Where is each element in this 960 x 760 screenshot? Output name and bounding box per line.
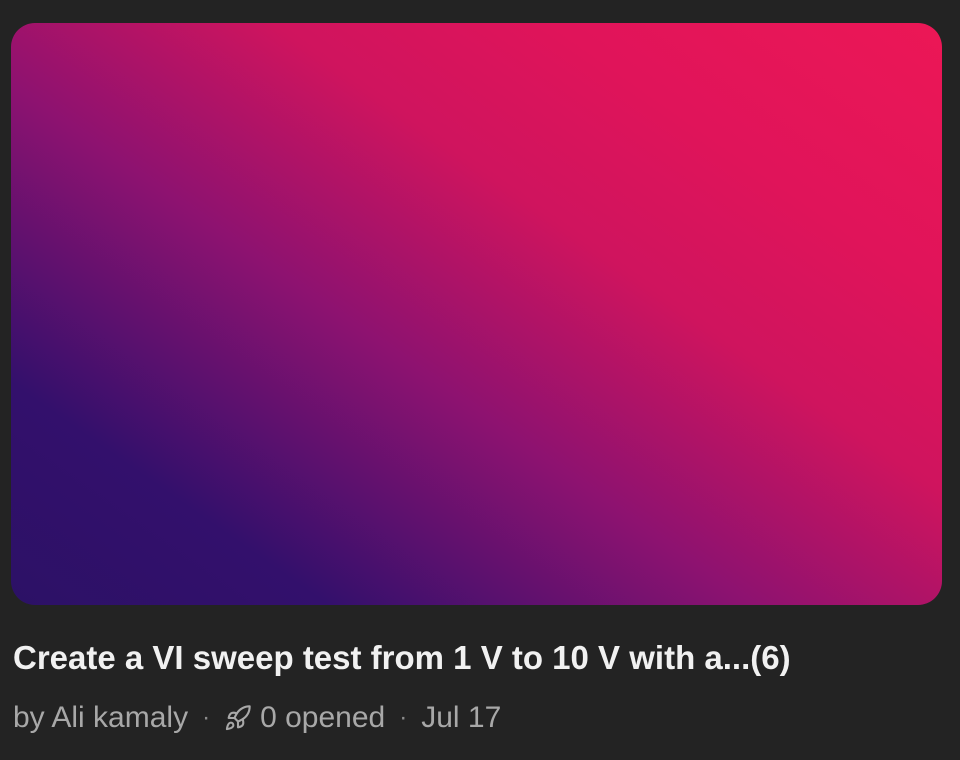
date-label: Jul 17 [421,701,502,734]
card-title[interactable]: Create a VI sweep test from 1 V to 10 V … [13,638,791,678]
separator: · [202,704,211,731]
card-thumbnail[interactable] [11,23,942,605]
author-label: by Ali kamaly [13,701,189,734]
opened-count: 0 opened [260,701,386,734]
separator: · [399,704,408,731]
prompt-card[interactable]: Create a VI sweep test from 1 V to 10 V … [0,0,960,760]
card-meta: by Ali kamaly · 0 opened · Jul 17 [13,700,501,736]
rocket-icon [224,703,254,733]
